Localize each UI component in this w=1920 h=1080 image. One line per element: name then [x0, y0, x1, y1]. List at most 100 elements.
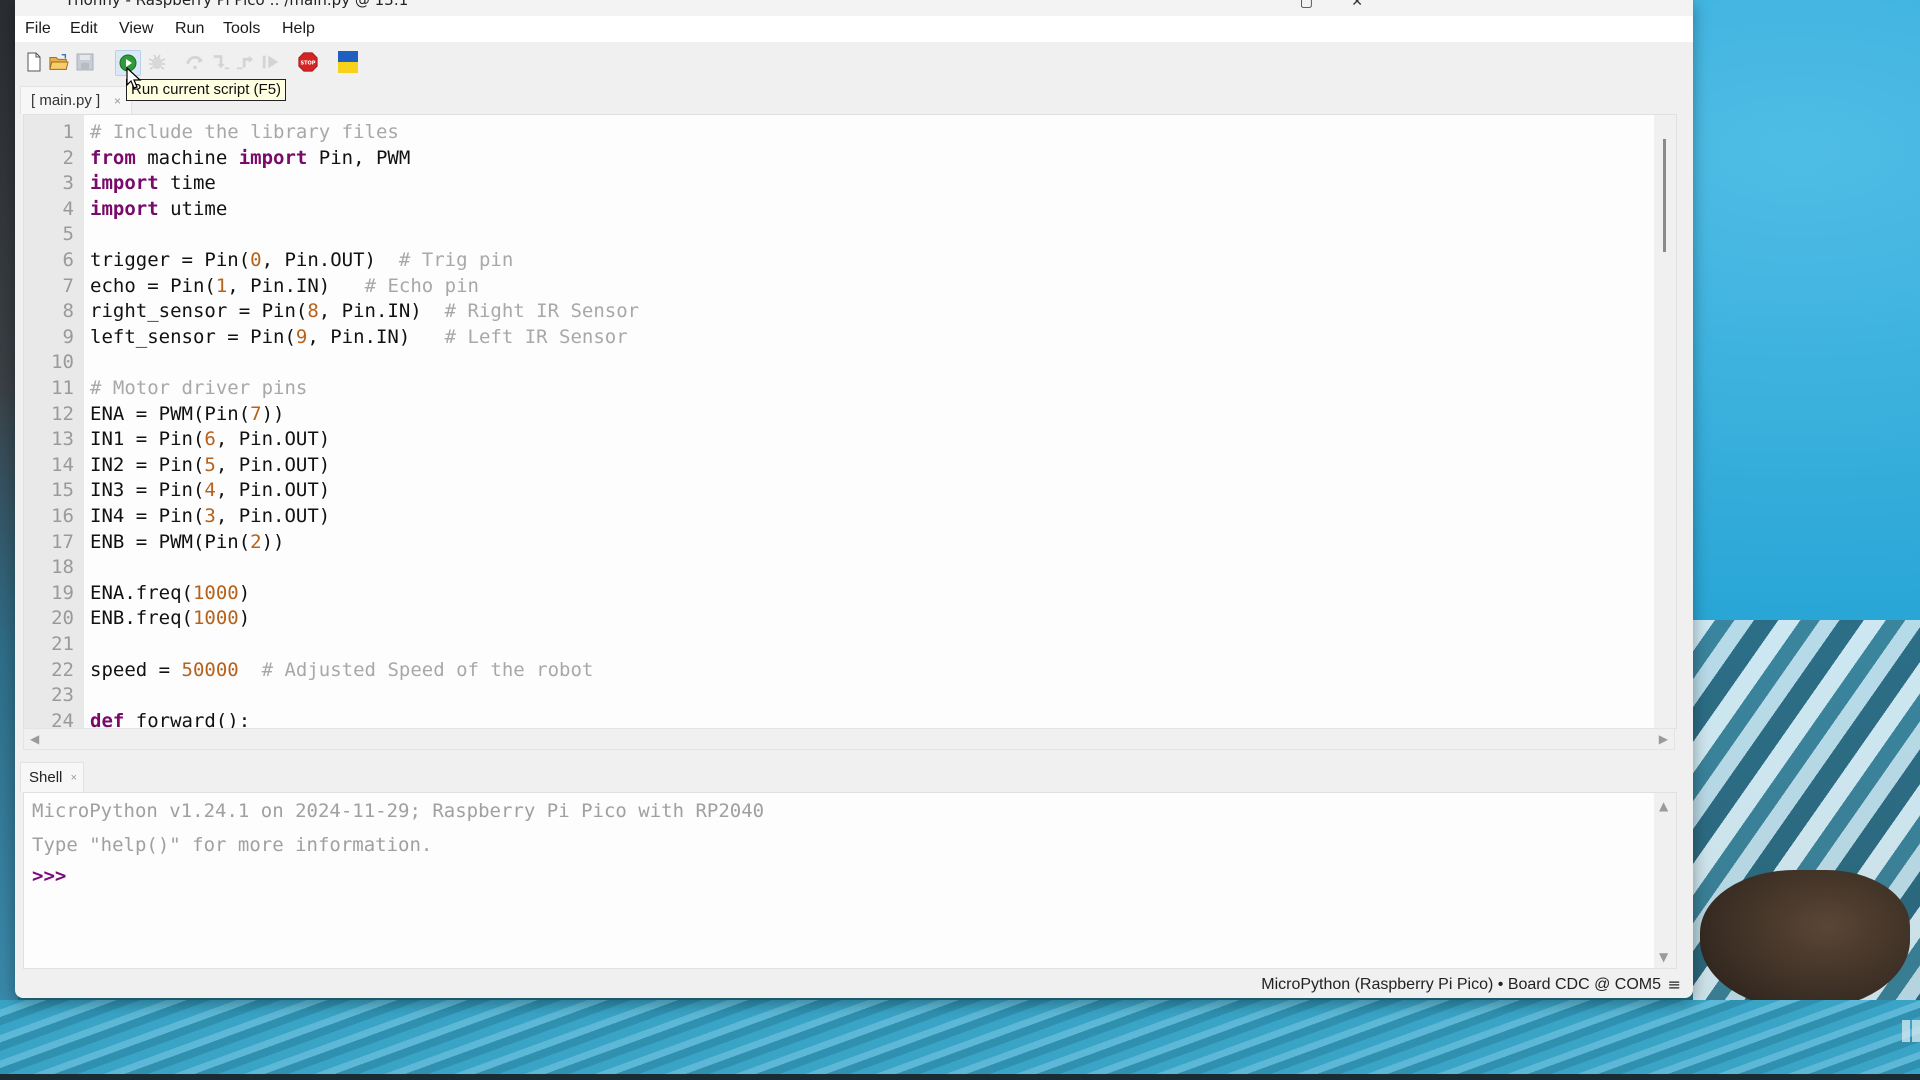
code-line[interactable]: # Motor driver pins [90, 376, 307, 402]
code-text: )) [261, 530, 285, 553]
editor-vertical-scrollbar[interactable] [1654, 115, 1676, 728]
code-editor[interactable]: 1 2 3 4 5 6 7 8 9 10 11 12 13 14 15 16 17 18 19 20 21 22 23 24 … [23, 114, 1677, 729]
shell-prompt[interactable]: >>> [32, 865, 66, 887]
code-keyword: def [90, 709, 125, 729]
new-file-button[interactable] [24, 52, 44, 72]
code-text: ENA = PWM(Pin( [90, 402, 251, 425]
code-area[interactable]: # Include the library files from machine … [90, 115, 1676, 728]
support-ukraine-button[interactable] [338, 50, 358, 74]
debug-button[interactable] [147, 52, 167, 72]
code-line[interactable]: ENB = PWM(Pin(2)) [90, 530, 285, 556]
status-menu-icon[interactable]: ≡ [1668, 975, 1681, 994]
code-number: 6 [204, 428, 216, 451]
code-line[interactable]: def forward(): [90, 709, 251, 729]
line-number: 23 [51, 684, 74, 707]
code-line[interactable]: import utime [90, 197, 227, 223]
code-number: 2 [250, 530, 262, 553]
desktop-wallpaper-rock [1700, 870, 1910, 1010]
step-into-button[interactable] [211, 52, 231, 72]
interpreter-status[interactable]: MicroPython (Raspberry Pi Pico) • Board … [1261, 976, 1661, 994]
stop-icon-label: STOP [301, 61, 316, 67]
line-number: 16 [51, 505, 74, 527]
code-text: ENB.freq( [90, 607, 193, 630]
code-line[interactable]: IN3 = Pin(4, Pin.OUT) [90, 478, 330, 504]
code-text: right_sensor = Pin( [90, 300, 308, 323]
code-text: IN1 = Pin( [90, 428, 205, 451]
line-number: 19 [51, 581, 74, 604]
shell-console[interactable]: MicroPython v1.24.1 on 2024-11-29; Raspb… [23, 792, 1677, 969]
menu-run[interactable]: Run [175, 20, 204, 38]
code-text: time [158, 172, 216, 195]
code-keyword: from [90, 146, 136, 169]
code-line[interactable]: IN1 = Pin(6, Pin.OUT) [90, 427, 330, 453]
code-number: 8 [307, 300, 319, 323]
code-text: ENA.freq( [90, 581, 193, 604]
code-line[interactable]: echo = Pin(1, Pin.IN) # Echo pin [90, 274, 479, 300]
save-button[interactable] [75, 52, 95, 72]
windows-logo-icon [1902, 1020, 1920, 1042]
code-line[interactable]: speed = 50000 # Adjusted Speed of the ro… [90, 658, 593, 684]
code-line[interactable]: right_sensor = Pin(8, Pin.IN) # Right IR… [90, 299, 639, 325]
code-line[interactable]: ENB.freq(1000) [90, 606, 250, 632]
scroll-right-icon[interactable]: ▶ [1659, 732, 1668, 746]
code-line[interactable]: ENA.freq(1000) [90, 581, 250, 607]
resume-button[interactable] [261, 52, 281, 72]
save-icon [76, 53, 94, 71]
code-line[interactable]: # Include the library files [90, 120, 399, 146]
code-text: , Pin.OUT) [215, 505, 331, 527]
maximize-icon[interactable]: ▢ [1300, 0, 1313, 10]
title-bar[interactable]: Thonny - Raspberry Pi Pico :: /main.py @… [15, 0, 1693, 16]
close-tab-icon[interactable]: × [114, 87, 121, 115]
line-number: 11 [51, 377, 74, 399]
code-number: 4 [204, 479, 216, 502]
code-line[interactable]: import time [90, 171, 216, 197]
step-out-button[interactable] [236, 52, 256, 72]
toolbar: STOP [15, 42, 1693, 82]
menu-tools[interactable]: Tools [223, 20, 260, 38]
line-number: 9 [62, 325, 74, 348]
code-line[interactable]: IN4 = Pin(3, Pin.OUT) [90, 504, 330, 530]
scroll-left-icon[interactable]: ◀ [30, 732, 39, 746]
code-text: left_sensor = Pin( [90, 325, 296, 348]
code-line[interactable]: trigger = Pin(0, Pin.OUT) # Trig pin [90, 248, 513, 274]
line-number: 12 [51, 402, 74, 425]
code-text: forward(): [124, 709, 251, 729]
line-number: 18 [51, 556, 74, 579]
code-line[interactable]: ENA = PWM(Pin(7)) [90, 402, 285, 428]
menu-edit[interactable]: Edit [70, 20, 98, 38]
shell-banner-line: MicroPython v1.24.1 on 2024-11-29; Raspb… [32, 800, 765, 822]
step-over-button[interactable] [185, 52, 205, 72]
code-line[interactable]: left_sensor = Pin(9, Pin.IN) # Left IR S… [90, 325, 628, 351]
debug-bug-icon [148, 54, 166, 70]
desktop-wallpaper-ice [0, 1000, 1920, 1075]
menu-view[interactable]: View [119, 20, 153, 38]
shell-scroll-down-icon[interactable]: ▼ [1659, 950, 1668, 964]
code-number: 7 [250, 402, 262, 425]
shell-tab[interactable]: Shell × [20, 762, 84, 792]
shell-scroll-up-icon[interactable]: ▲ [1659, 799, 1668, 813]
code-text: , Pin.OUT) [261, 249, 399, 271]
code-line[interactable]: from machine import Pin, PWM [90, 146, 410, 172]
close-icon[interactable]: ✕ [1351, 0, 1363, 10]
run-tooltip: Run current script (F5) [126, 79, 287, 101]
code-text: IN3 = Pin( [90, 479, 205, 502]
code-number: 50000 [181, 658, 239, 681]
code-keyword: import [90, 172, 159, 195]
line-number: 13 [51, 428, 74, 451]
code-line[interactable]: IN2 = Pin(5, Pin.OUT) [90, 453, 330, 479]
status-bar: MicroPython (Raspberry Pi Pico) • Board … [15, 975, 1693, 997]
close-shell-icon[interactable]: × [71, 763, 77, 793]
editor-horizontal-scrollbar[interactable]: ◀ ▶ [23, 728, 1675, 750]
shell-help-line: Type "help()" for more information. [32, 834, 433, 856]
shell-vertical-scrollbar[interactable]: ▲ ▼ [1654, 793, 1676, 968]
stop-button[interactable]: STOP [298, 52, 318, 72]
line-number: 4 [62, 197, 74, 220]
code-comment: # Motor driver pins [90, 377, 308, 399]
new-file-icon [27, 52, 41, 72]
editor-scrollbar-thumb[interactable] [1663, 139, 1666, 252]
menu-help[interactable]: Help [282, 20, 315, 38]
open-file-button[interactable] [49, 52, 69, 72]
open-folder-icon [49, 54, 69, 70]
menu-file[interactable]: File [25, 20, 51, 38]
editor-tab-main-py[interactable]: [ main.py ] × [20, 86, 132, 114]
